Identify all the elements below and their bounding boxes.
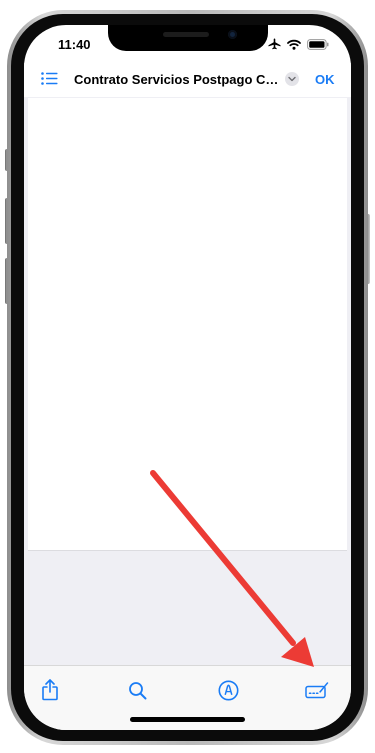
chevron-down-icon[interactable] [285, 72, 299, 86]
status-time: 11:40 [58, 37, 91, 52]
status-icons [268, 38, 329, 50]
document-page[interactable] [28, 98, 347, 551]
front-camera [228, 30, 237, 39]
screenshot-frame: 11:40 Contrato Servicios Postpago CA... … [0, 0, 375, 753]
earpiece-speaker [163, 32, 209, 37]
wifi-icon [287, 39, 301, 50]
document-title[interactable]: Contrato Servicios Postpago CA... [74, 72, 282, 87]
signature-icon[interactable] [305, 678, 329, 702]
list-icon[interactable] [41, 72, 58, 90]
markup-icon[interactable] [216, 678, 240, 702]
phone-screen: 11:40 Contrato Servicios Postpago CA... … [24, 25, 351, 730]
share-icon[interactable] [38, 678, 62, 702]
done-button[interactable]: OK [315, 72, 335, 87]
airplane-mode-icon [268, 38, 281, 50]
search-icon[interactable] [125, 678, 149, 702]
battery-icon [307, 38, 329, 50]
navigation-bar: Contrato Servicios Postpago CA... OK [24, 63, 351, 97]
notch [108, 25, 268, 51]
home-indicator [130, 717, 245, 722]
